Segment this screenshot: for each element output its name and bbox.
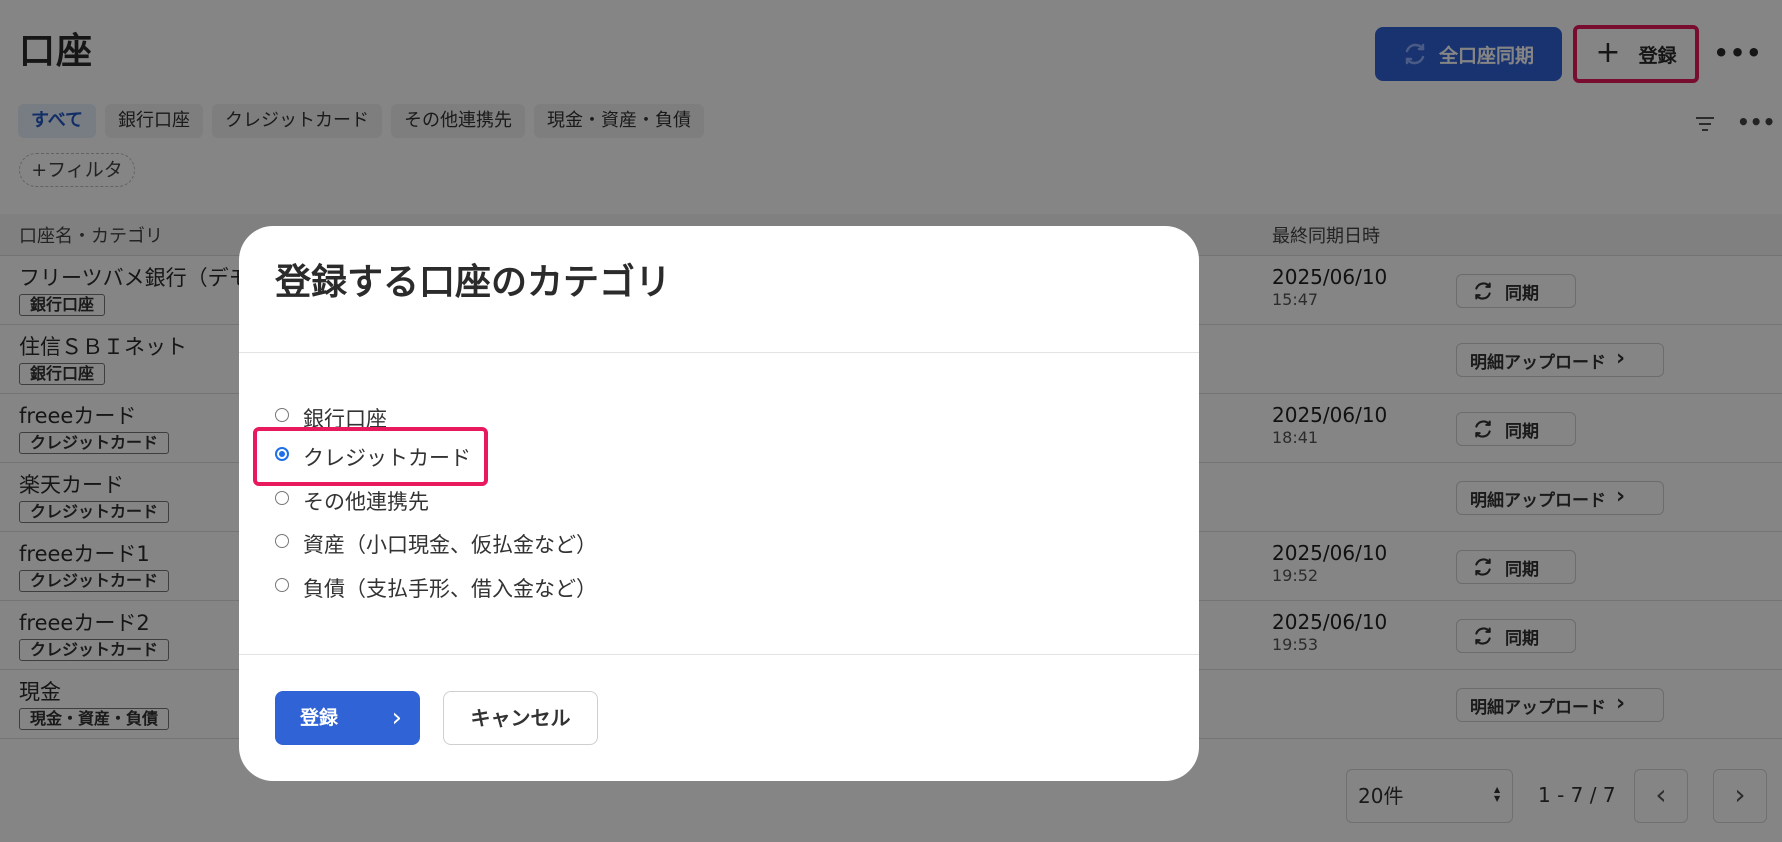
selection-highlight [253,427,488,486]
chevron-right-icon: › [391,703,402,733]
modal-title: 登録する口座のカテゴリ [275,262,672,303]
radio-option-assets[interactable]: 資産（小口現金、仮払金など） [275,526,597,562]
radio-button[interactable] [275,578,289,592]
radio-label: 資産（小口現金、仮払金など） [303,533,597,557]
accounts-page: 口座 全口座同期 + 登録 ••• すべて 銀行口座 クレジットカード その他連… [0,0,1782,842]
modal-divider [239,352,1199,353]
radio-button[interactable] [275,491,289,505]
account-category-modal: 登録する口座のカテゴリ 銀行口座 クレジットカード その他連携先 資産（小口現金… [239,226,1199,781]
radio-button[interactable] [275,534,289,548]
radio-option-other-connection[interactable]: その他連携先 [275,483,429,519]
radio-label: その他連携先 [303,490,429,514]
radio-button[interactable] [275,408,289,422]
radio-label: 負債（支払手形、借入金など） [303,577,597,601]
modal-cancel-button[interactable]: キャンセル [443,691,598,745]
modal-register-label: 登録 [300,707,339,729]
radio-option-liabilities[interactable]: 負債（支払手形、借入金など） [275,570,597,606]
modal-register-button[interactable]: 登録 › [275,691,420,745]
modal-divider [239,654,1199,655]
